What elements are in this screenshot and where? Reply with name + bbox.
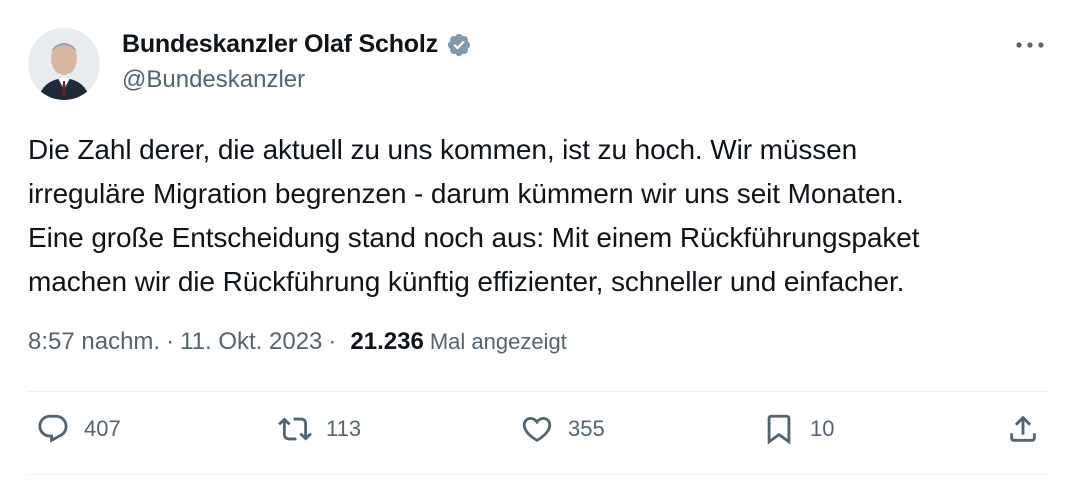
divider xyxy=(28,391,1048,392)
view-count: 21.236 xyxy=(350,328,424,355)
tweet-meta: 8:57 nachm. · 11. Okt. 2023 · 21.236 Mal… xyxy=(28,328,567,356)
repost-button[interactable]: 113 xyxy=(278,412,361,446)
like-count: 355 xyxy=(568,416,605,441)
bookmark-button[interactable]: 10 xyxy=(762,412,834,446)
reply-button[interactable]: 407 xyxy=(36,412,121,446)
view-count-label: Mal angezeigt xyxy=(429,329,567,354)
tweet-text: Die Zahl derer, die aktuell zu uns komme… xyxy=(28,134,920,297)
author-handle[interactable]: @Bundeskanzler xyxy=(122,66,305,94)
reply-icon xyxy=(38,414,68,443)
meta-separator: · xyxy=(166,328,175,355)
verified-badge-icon[interactable] xyxy=(446,32,472,58)
author-display-name[interactable]: Bundeskanzler Olaf Scholz xyxy=(122,30,438,59)
author-name-row: Bundeskanzler Olaf Scholz xyxy=(122,30,472,59)
meta-separator: · xyxy=(328,328,337,355)
avatar-image xyxy=(28,28,100,100)
bookmark-count: 10 xyxy=(810,416,835,441)
more-icon[interactable] xyxy=(1012,30,1048,60)
action-bar: 407 113 355 10 xyxy=(28,412,1048,456)
share-icon xyxy=(1010,415,1036,442)
bookmark-icon xyxy=(767,414,791,445)
tweet-time[interactable]: 8:57 nachm. xyxy=(28,328,160,356)
like-button[interactable]: 355 xyxy=(520,412,605,446)
avatar[interactable] xyxy=(28,28,100,100)
repost-icon xyxy=(278,417,312,441)
share-button[interactable] xyxy=(1006,412,1040,446)
tweet-date[interactable]: 11. Okt. 2023 xyxy=(180,328,322,356)
repost-count: 113 xyxy=(326,416,362,441)
like-icon xyxy=(522,416,552,442)
reply-count: 407 xyxy=(84,416,121,441)
divider xyxy=(28,474,1048,475)
